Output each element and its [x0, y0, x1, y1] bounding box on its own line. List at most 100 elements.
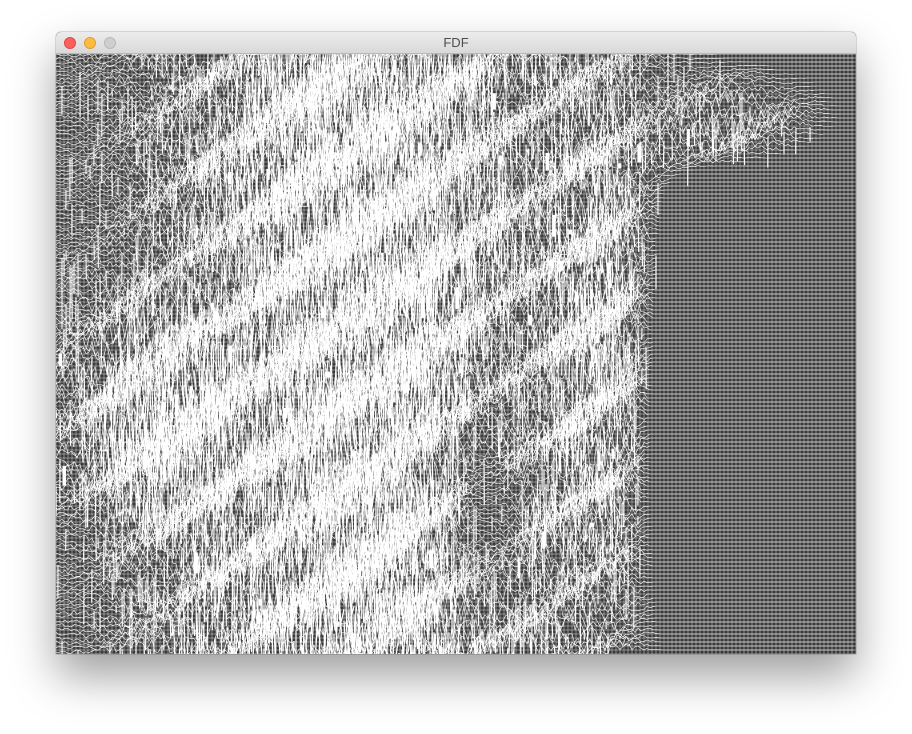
bright-fleck [176, 374, 178, 381]
bright-fleck [552, 215, 556, 237]
bright-fleck [455, 381, 458, 402]
bright-fleck [434, 633, 436, 651]
bright-fleck [435, 605, 439, 624]
bright-fleck [338, 404, 340, 413]
bright-fleck [469, 140, 472, 154]
bright-fleck [242, 394, 246, 407]
bright-fleck [258, 599, 263, 606]
bright-fleck [62, 466, 66, 486]
wireframe-canvas[interactable] [56, 54, 856, 654]
bright-fleck [338, 150, 340, 159]
bright-fleck [378, 570, 380, 582]
bright-fleck [268, 470, 271, 477]
bright-fleck [251, 454, 255, 471]
bright-fleck [320, 307, 324, 319]
bright-fleck [401, 271, 403, 279]
bright-fleck [390, 193, 392, 203]
bright-fleck [266, 168, 269, 186]
bright-fleck [248, 266, 251, 275]
bright-fleck [342, 175, 346, 185]
bright-fleck [325, 461, 328, 481]
bright-fleck [234, 237, 236, 250]
bright-fleck [429, 589, 432, 595]
bright-fleck [207, 89, 212, 96]
bright-fleck [194, 348, 197, 365]
bright-fleck [356, 276, 359, 282]
bright-fleck [408, 528, 411, 539]
bright-fleck [346, 620, 348, 628]
bright-fleck [366, 383, 371, 389]
bright-fleck [301, 597, 305, 612]
bright-fleck [287, 379, 289, 397]
bright-fleck [284, 471, 288, 482]
bright-fleck [429, 322, 432, 335]
bright-fleck [276, 301, 278, 307]
bright-fleck [309, 125, 311, 142]
bright-fleck [575, 291, 579, 307]
bright-fleck [93, 464, 96, 475]
bright-fleck [686, 129, 690, 147]
bright-fleck [424, 367, 427, 388]
bright-fleck [353, 451, 357, 457]
bright-fleck [304, 364, 307, 374]
bright-fleck [161, 401, 166, 417]
bright-fleck [190, 250, 193, 258]
bright-fleck [393, 60, 396, 75]
bright-fleck [289, 229, 293, 247]
bright-fleck [188, 374, 191, 381]
bright-fleck [389, 305, 394, 326]
bright-fleck [269, 439, 272, 455]
bright-fleck [554, 172, 557, 192]
title-bar[interactable]: FDF [56, 32, 856, 54]
bright-fleck [327, 66, 329, 78]
bright-fleck [463, 568, 465, 578]
bright-fleck [58, 353, 63, 367]
bright-fleck [298, 193, 301, 202]
bright-fleck [421, 296, 425, 318]
bright-fleck [598, 453, 601, 471]
bright-fleck [294, 152, 297, 160]
bright-fleck [366, 496, 370, 505]
bright-fleck [356, 198, 359, 219]
bright-fleck [317, 398, 319, 413]
bright-fleck [412, 556, 415, 575]
bright-fleck [103, 392, 107, 399]
bright-fleck [274, 184, 277, 197]
bright-fleck [517, 557, 520, 579]
bright-fleck [228, 345, 232, 363]
bright-fleck [266, 109, 270, 123]
bright-fleck [388, 407, 391, 419]
bright-fleck [276, 242, 279, 249]
bright-fleck [306, 428, 308, 435]
bright-fleck [381, 252, 384, 268]
bright-fleck [194, 552, 198, 574]
bright-fleck [176, 365, 179, 375]
bright-fleck [354, 456, 356, 477]
bright-fleck [559, 260, 563, 271]
bright-fleck [210, 302, 215, 311]
bright-fleck [319, 159, 322, 166]
bright-fleck [379, 326, 381, 338]
bright-fleck [274, 203, 279, 225]
bright-fleck [143, 451, 146, 469]
bright-fleck [558, 450, 561, 472]
bright-fleck [181, 385, 184, 396]
bright-fleck [492, 93, 496, 110]
bright-fleck [566, 417, 569, 434]
bright-fleck [410, 142, 414, 158]
bright-fleck [326, 371, 331, 378]
bright-fleck [395, 480, 398, 487]
bright-fleck [395, 599, 398, 614]
bright-fleck [411, 209, 413, 216]
bright-fleck [259, 296, 263, 308]
bright-fleck [383, 514, 387, 533]
bright-fleck [112, 552, 114, 562]
bright-fleck [327, 159, 331, 173]
bright-fleck [246, 316, 248, 323]
bright-fleck [350, 479, 353, 494]
bright-fleck [131, 419, 133, 439]
bright-fleck [216, 563, 219, 570]
bright-fleck [391, 529, 394, 540]
bright-fleck [576, 450, 579, 466]
bright-fleck [238, 317, 240, 329]
